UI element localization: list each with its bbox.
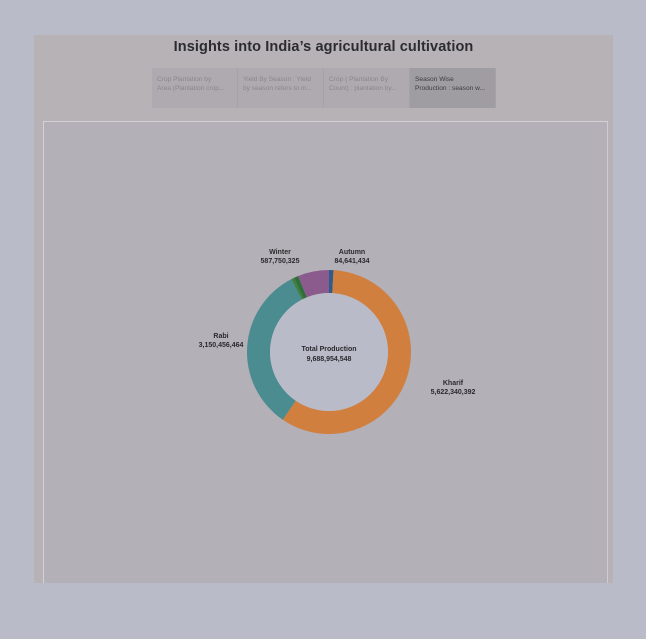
- chart-panel: Autumn 84,641,434 Kharif 5,622,340,392 Rabi 3…: [43, 121, 608, 583]
- tab-label-line2: Area (Plantation crop...: [157, 85, 225, 92]
- slice-value-label: 84,641,434: [334, 258, 369, 265]
- tab-label-line1: Season Wise: [415, 76, 454, 83]
- tab-label-line2: Production : season w...: [415, 85, 486, 92]
- tab-label-line2: Count) : plantation by...: [329, 85, 397, 92]
- story-tabs: Crop Plantation by Area (Plantation crop…: [152, 68, 496, 108]
- tab-season-wise-production[interactable]: Season Wise Production : season w...: [410, 68, 496, 108]
- center-label: Total Production: [301, 346, 356, 353]
- tab-crop-plantation-by-area[interactable]: Crop Plantation by Area (Plantation crop…: [152, 68, 238, 108]
- center-value: 9,688,954,548: [307, 356, 352, 363]
- slice-name-label: Autumn: [339, 249, 365, 256]
- donut-chart: Autumn 84,641,434 Kharif 5,622,340,392 Rabi 3…: [199, 249, 476, 434]
- tab-yield-by-season[interactable]: Yield By Season : Yield by season refers…: [238, 68, 324, 108]
- slice-value-label: 5,622,340,392: [431, 389, 476, 396]
- slice-name-label: Winter: [269, 249, 291, 256]
- slice-name-label: Rabi: [213, 333, 228, 340]
- slice-name-label: Kharif: [443, 380, 464, 387]
- dashboard-title: Insights into India’s agricultural culti…: [173, 39, 474, 55]
- tab-label-line1: Yield By Season : Yield: [243, 76, 311, 83]
- tab-label-line2: by season refers to m...: [243, 85, 312, 92]
- slice-value-label: 587,750,325: [261, 258, 300, 265]
- tab-label-line1: Crop ( Plantation By: [329, 76, 389, 83]
- dashboard: Insights into India’s agricultural culti…: [34, 35, 613, 583]
- slice-value-label: 3,150,456,464: [199, 342, 244, 349]
- tab-label-line1: Crop Plantation by: [157, 76, 212, 83]
- tab-crop-plantation-by-count[interactable]: Crop ( Plantation By Count) : plantation…: [324, 68, 410, 108]
